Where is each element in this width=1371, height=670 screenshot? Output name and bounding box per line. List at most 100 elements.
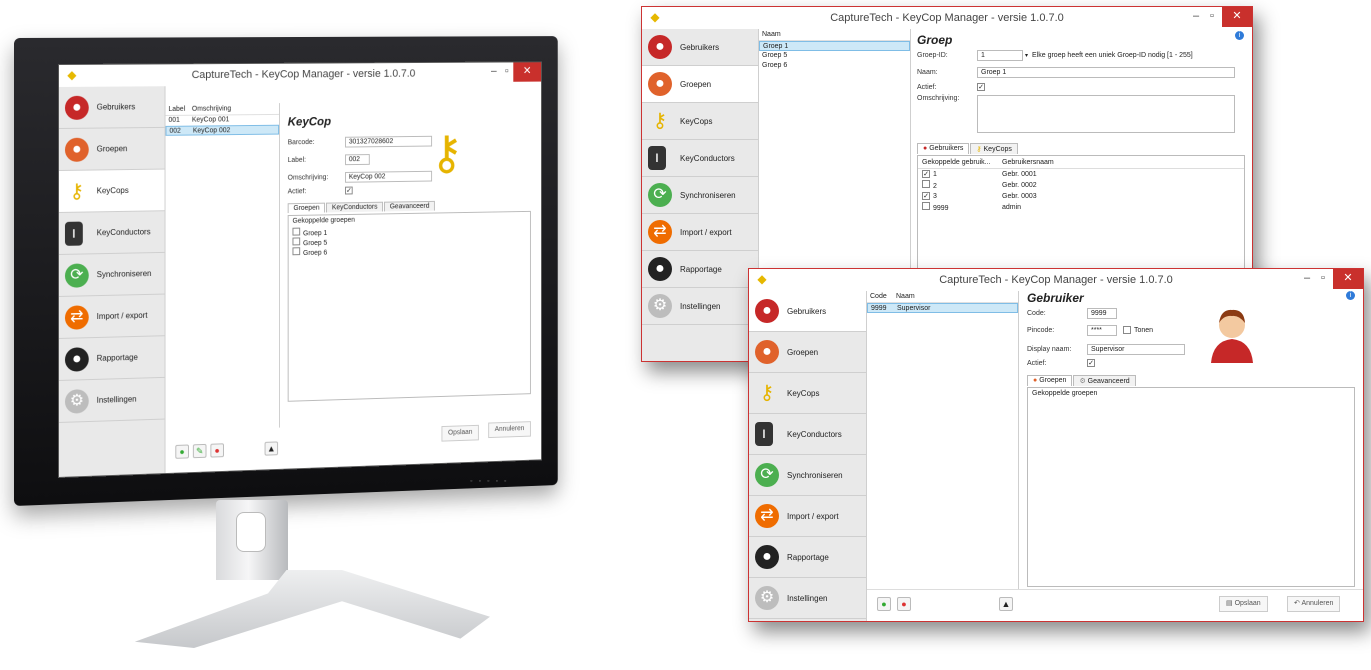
nav-gebruikers[interactable]: ● Gebruikers	[749, 291, 866, 332]
nav-keyconductors[interactable]: ı KeyConductors	[642, 140, 758, 177]
nav-label: Import / export	[97, 311, 148, 321]
user-checkbox[interactable]	[922, 202, 930, 210]
tab-groepen[interactable]: Groepen	[288, 203, 326, 213]
nav-groepen[interactable]: ● Groepen	[642, 66, 758, 103]
nav-instellingen[interactable]: ⚙ Instellingen	[642, 288, 758, 325]
nav-synchroniseren[interactable]: ⟳ Synchroniseren	[749, 455, 866, 496]
nav-groepen[interactable]: ● Groepen	[749, 332, 866, 373]
key-icon: ⚷	[755, 381, 779, 405]
save-button[interactable]: ▤ Opslaan	[1219, 596, 1268, 612]
omschrijving-textarea[interactable]	[977, 95, 1235, 133]
cancel-button[interactable]: ↶ Annuleren	[1287, 596, 1340, 612]
cell: admin	[1002, 202, 1021, 213]
actief-label: Actief:	[917, 84, 977, 91]
nav-rapportage[interactable]: ● Rapportage	[642, 251, 758, 288]
cell: Gebr. 0003	[1002, 191, 1037, 202]
user-checkbox[interactable]	[922, 180, 930, 188]
naam-input[interactable]: Groep 1	[977, 67, 1235, 78]
close-button[interactable]: ✕	[513, 62, 541, 81]
close-button[interactable]: ✕	[1222, 7, 1252, 27]
nav-instellingen[interactable]: ⚙ Instellingen	[749, 578, 866, 619]
form-title: Groep	[917, 33, 1247, 47]
table-row[interactable]: 2 Gebr. 0002	[918, 180, 1244, 191]
tab-geavanceerd[interactable]: Geavanceerd	[384, 201, 435, 212]
lock-button[interactable]: ▲	[265, 441, 278, 455]
nav-import-export[interactable]: ⇄ Import / export	[749, 496, 866, 537]
table-row[interactable]: ✓ 1 Gebr. 0001	[918, 169, 1244, 180]
omschrijving-input[interactable]: KeyCop 002	[345, 170, 432, 182]
column-header[interactable]: Naam	[896, 291, 915, 302]
actief-checkbox[interactable]: ✓	[977, 83, 985, 91]
nav-keycops[interactable]: ⚷ KeyCops	[59, 170, 165, 213]
nav-gebruikers[interactable]: ● Gebruikers	[59, 86, 165, 129]
list-item-selected[interactable]: 002 KeyCop 002	[166, 125, 280, 136]
group-checkbox[interactable]	[292, 237, 300, 245]
column-header[interactable]: Naam	[762, 29, 781, 40]
add-button[interactable]: ●	[175, 444, 189, 458]
divider	[867, 589, 1363, 590]
nav-keycops[interactable]: ⚷ KeyCops	[749, 373, 866, 414]
form-title: Gebruiker	[1027, 291, 1357, 305]
tab-keyconductors[interactable]: KeyConductors	[326, 202, 383, 213]
nav-keycops[interactable]: ⚷ KeyCops	[642, 103, 758, 140]
group-icon: ●	[65, 137, 89, 161]
list-item-selected[interactable]: 9999 Supervisor	[867, 303, 1018, 313]
table-row[interactable]: ✓ 3 Gebr. 0003	[918, 191, 1244, 202]
groep-id-select[interactable]: 1	[977, 50, 1023, 61]
actief-label: Actief:	[1027, 360, 1087, 367]
sync-icon: ⟳	[648, 183, 672, 207]
column-header[interactable]: Gebruikersnaam	[1002, 156, 1054, 168]
pincode-input[interactable]: ****	[1087, 325, 1117, 336]
column-header[interactable]: Omschrijving	[192, 104, 231, 115]
nav-import-export[interactable]: ⇄ Import / export	[642, 214, 758, 251]
delete-button[interactable]: ●	[897, 597, 911, 611]
column-header[interactable]: Code	[870, 291, 896, 302]
edit-button[interactable]: ✎	[193, 444, 207, 458]
display-naam-input[interactable]: Supervisor	[1087, 344, 1185, 355]
minimize-button[interactable]: –	[1299, 269, 1315, 289]
maximize-button[interactable]: ▫	[1315, 269, 1331, 289]
nav-synchroniseren[interactable]: ⟳ Synchroniseren	[642, 177, 758, 214]
label-input[interactable]: 002	[345, 154, 370, 165]
nav-groepen[interactable]: ● Groepen	[59, 128, 165, 171]
add-button[interactable]: ●	[877, 597, 891, 611]
tab-groepen[interactable]: ● Groepen	[1027, 375, 1072, 386]
table-row[interactable]: 9999 admin	[918, 202, 1244, 213]
minimize-button[interactable]: –	[487, 63, 500, 82]
nav-keyconductors[interactable]: ı KeyConductors	[749, 414, 866, 455]
barcode-input[interactable]: 301327028602	[345, 135, 432, 147]
column-header[interactable]: Label	[168, 104, 191, 115]
tab-keycops[interactable]: ⚷ KeyCops	[970, 143, 1018, 154]
nav-gebruikers[interactable]: ● Gebruikers	[642, 29, 758, 66]
user-checkbox[interactable]: ✓	[922, 192, 930, 200]
minimize-button[interactable]: –	[1188, 7, 1204, 27]
list-item-selected[interactable]: Groep 1	[759, 41, 910, 51]
cell: 3	[933, 193, 937, 200]
nav-rapportage[interactable]: ● Rapportage	[59, 336, 165, 381]
tab-geavanceerd[interactable]: ⚙ Geavanceerd	[1073, 375, 1135, 386]
tonen-checkbox[interactable]	[1123, 326, 1131, 334]
user-checkbox[interactable]: ✓	[922, 170, 930, 178]
nav-synchroniseren[interactable]: ⟳ Synchroniseren	[59, 253, 165, 297]
nav-import-export[interactable]: ⇄ Import / export	[59, 295, 165, 339]
column-header[interactable]: Gekoppelde gebruik...	[922, 156, 1002, 168]
group-checkbox[interactable]	[292, 228, 300, 236]
save-button[interactable]: Opslaan	[441, 425, 478, 442]
close-button[interactable]: ✕	[1333, 269, 1363, 289]
maximize-button[interactable]: ▫	[500, 62, 513, 81]
group-checkbox[interactable]	[292, 247, 300, 255]
tab-gebruikers[interactable]: ● Gebruikers	[917, 143, 969, 154]
nav-rapportage[interactable]: ● Rapportage	[749, 537, 866, 578]
maximize-button[interactable]: ▫	[1204, 7, 1220, 27]
actief-checkbox[interactable]: ✓	[345, 187, 353, 195]
delete-button[interactable]: ●	[210, 443, 224, 457]
nav-label: Import / export	[680, 228, 732, 237]
actief-checkbox[interactable]: ✓	[1087, 359, 1095, 367]
list-item[interactable]: Groep 5	[759, 51, 910, 61]
code-input[interactable]: 9999	[1087, 308, 1117, 319]
nav-instellingen[interactable]: ⚙ Instellingen	[59, 378, 165, 423]
list-item[interactable]: Groep 6	[759, 61, 910, 71]
cancel-button[interactable]: Annuleren	[488, 421, 531, 438]
nav-keyconductors[interactable]: ı KeyConductors	[59, 211, 165, 255]
lock-button[interactable]: ▲	[999, 597, 1013, 611]
